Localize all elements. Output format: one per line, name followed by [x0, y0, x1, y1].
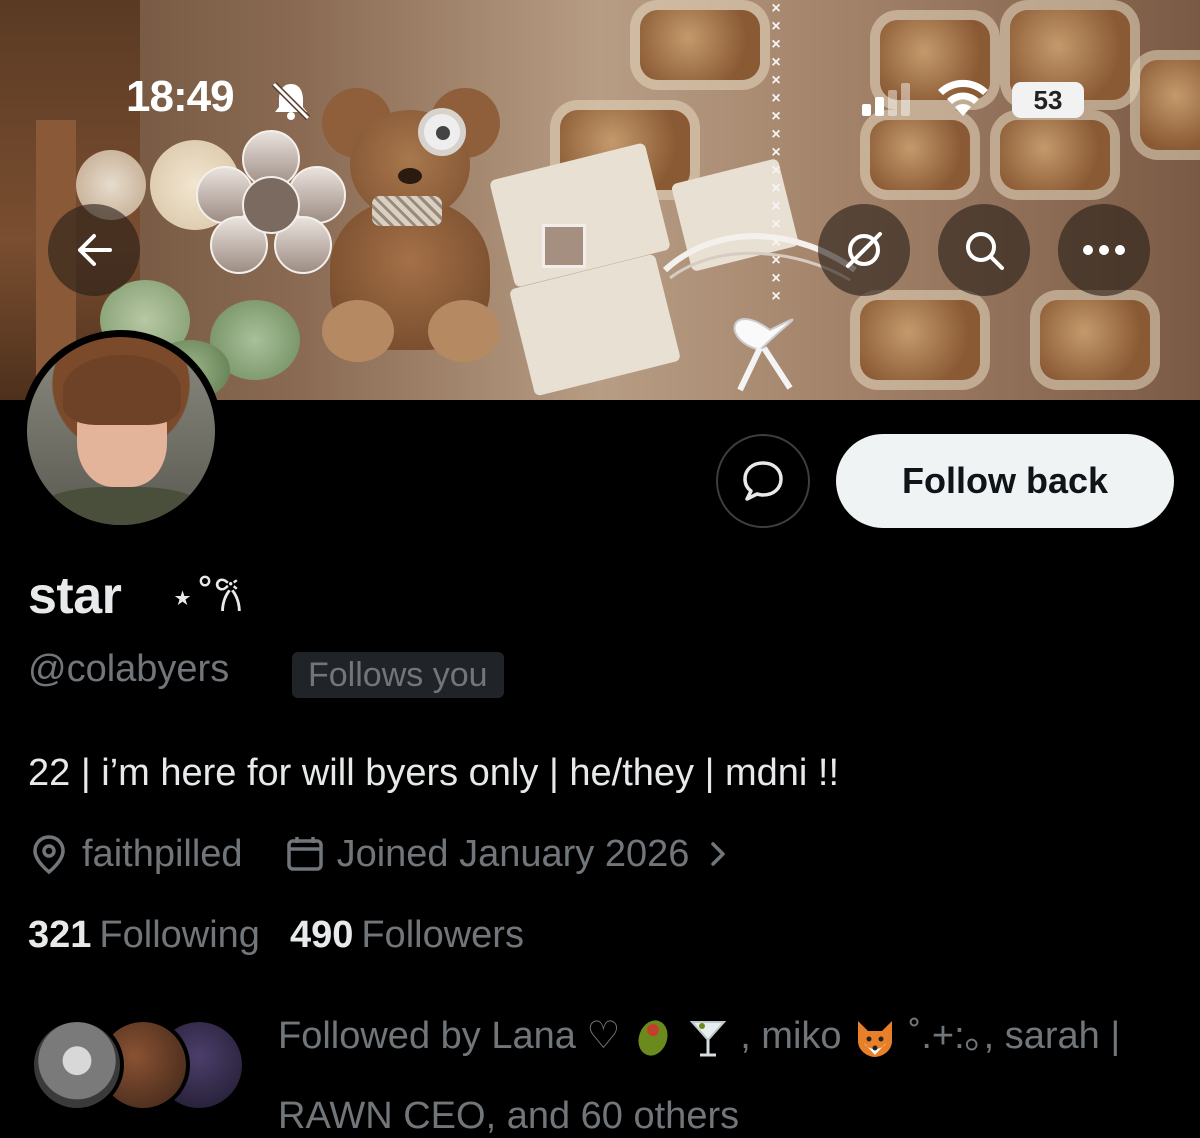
square-sticker: [542, 224, 586, 268]
status-time: 18:49: [126, 72, 235, 121]
banner-bread: [870, 120, 970, 190]
fox-face-icon: [858, 1020, 893, 1057]
arrow-left-icon: [78, 234, 112, 266]
profile-banner[interactable]: × × × × × × × × × × × × × × × × × 18:49 53: [0, 0, 1200, 400]
message-button[interactable]: [716, 434, 810, 528]
olive-icon: [638, 1020, 668, 1056]
x-chain-sticker: × × × × × × × × × × × × × × × × ×: [771, 0, 781, 305]
location-pin-icon: [33, 835, 65, 875]
following-count: 321: [28, 914, 92, 956]
followers-label: Followers: [361, 914, 524, 956]
teddy-foot: [428, 300, 500, 362]
following-label: Following: [99, 914, 260, 956]
battery-icon: 53: [1012, 82, 1084, 118]
following-stat[interactable]: 321 Following: [28, 914, 260, 957]
display-name-decoration: ⋆˚𐙚: [170, 575, 243, 621]
banner-bread: [1040, 300, 1150, 380]
banner-bread: [860, 300, 980, 380]
chevron-right-icon: [711, 842, 726, 866]
follows-you-badge: Follows you: [292, 652, 504, 698]
back-button[interactable]: [48, 204, 140, 296]
teddy-bow: [372, 196, 442, 226]
location-text: faithpilled: [82, 832, 243, 875]
followed-by-name2: , miko: [740, 1015, 842, 1057]
location-item: faithpilled: [28, 833, 243, 876]
followed-by-name2-suffix: ˚.+:｡, sarah |: [908, 1015, 1121, 1057]
followers-count: 490: [289, 914, 354, 956]
banner-bread: [1140, 60, 1200, 150]
joined-item[interactable]: Joined January 2026: [285, 833, 734, 876]
followed-by-name1: Lana ♡: [491, 1015, 621, 1057]
followers-stat[interactable]: 490 Followers: [290, 914, 524, 957]
teddy-foot: [322, 300, 394, 362]
grok-icon: [846, 232, 882, 268]
avatar[interactable]: [27, 337, 215, 525]
calendar-icon: [286, 837, 323, 871]
display-name: star: [28, 567, 122, 625]
wifi-icon: [938, 79, 988, 116]
grok-button[interactable]: [818, 204, 910, 296]
followed-by-line2: RAWN CEO, and 60 others: [278, 1095, 740, 1137]
profile-meta: faithpilled Joined January 2026: [28, 830, 733, 878]
banner-bread: [1000, 120, 1110, 190]
follow-back-button[interactable]: Follow back: [836, 434, 1174, 528]
cocktail-icon: [689, 1020, 726, 1057]
flower-sticker: [196, 130, 346, 280]
search-icon: [966, 232, 1004, 270]
profile-handle: @colabyers: [28, 648, 230, 690]
joined-text: Joined January 2026: [336, 832, 690, 875]
more-icon: [1083, 245, 1125, 255]
search-button[interactable]: [938, 204, 1030, 296]
message-bubble-icon: [743, 461, 783, 501]
more-button[interactable]: [1058, 204, 1150, 296]
followed-by-prefix: Followed by: [278, 1015, 481, 1057]
bell-muted-icon: [271, 81, 311, 120]
followed-by-text[interactable]: Followed by Lana ♡ , miko ˚.+:｡, sarah |…: [278, 996, 1178, 1138]
follower-avatar[interactable]: [30, 1018, 124, 1112]
teddy-nose: [398, 168, 422, 184]
profile-bio: 22 | i’m here for will byers only | he/t…: [28, 752, 840, 794]
cellular-signal-icon: [862, 83, 910, 116]
follow-stats: 321 Following 490 Followers: [28, 914, 524, 957]
eye-sticker: [418, 108, 466, 156]
banner-bread: [640, 10, 760, 80]
